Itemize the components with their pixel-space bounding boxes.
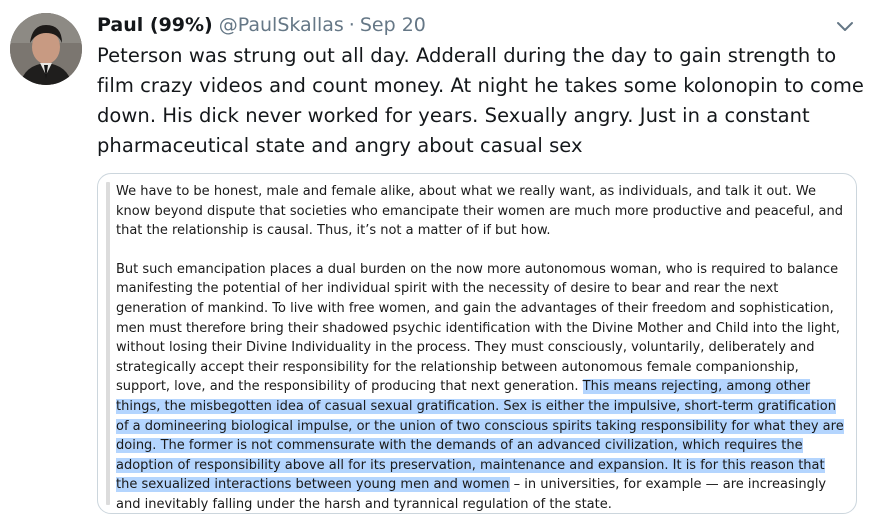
tweet-date[interactable]: Sep 20	[360, 14, 426, 36]
tweet-text: Peterson was strung out all day. Adderal…	[97, 44, 864, 157]
quote-paragraph-1: We have to be honest, male and female al…	[116, 184, 843, 239]
quoted-text-body: We have to be honest, male and female al…	[116, 182, 844, 515]
chevron-down-icon[interactable]	[832, 16, 858, 38]
quote-paragraph-2: But such emancipation places a dual burd…	[116, 260, 844, 515]
author-name[interactable]: Paul (99%)	[97, 14, 213, 36]
quote-paragraph-2-text: But such emancipation places a dual burd…	[116, 261, 841, 395]
tweet-header: Paul (99%) @PaulSkallas · Sep 20	[97, 12, 426, 38]
author-handle[interactable]: @PaulSkallas	[219, 14, 344, 36]
author-avatar[interactable]	[10, 13, 82, 85]
avatar-photo-icon	[10, 13, 82, 85]
blockquote-bar	[106, 182, 110, 505]
highlighted-text: This means rejecting, among other things…	[116, 379, 844, 493]
quoted-text-card: We have to be honest, male and female al…	[97, 173, 857, 514]
separator-dot: ·	[348, 14, 355, 36]
